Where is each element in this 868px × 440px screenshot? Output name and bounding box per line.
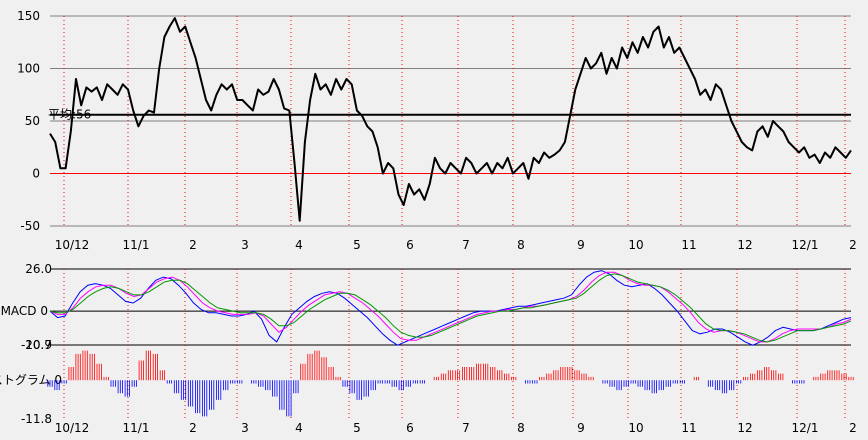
x-tick-label-13: 12/1 xyxy=(792,238,819,252)
price-y-tick-2: 50 xyxy=(25,114,40,128)
x-tick-label-9: 9 xyxy=(577,238,585,252)
histogram-x-tick-label-13: 12/1 xyxy=(792,421,819,435)
histogram-x-tick-label-5: 5 xyxy=(353,421,361,435)
histogram-x-tick-label-8: 8 xyxy=(517,421,525,435)
histogram-x-tick-label-0: 10/12 xyxy=(55,421,90,435)
histogram-x-tick-label-11: 11 xyxy=(681,421,696,435)
histogram-x-tick-label-12: 12 xyxy=(737,421,752,435)
histogram-x-tick-label-6: 6 xyxy=(406,421,414,435)
stock-chart: 150 100 50 0 -50 平均:56 10/12 11/1 2 3 4 5 6 7 8 9 10 11 12… xyxy=(0,9,857,435)
x-tick-label-6: 6 xyxy=(406,238,414,252)
x-tick-label-10: 10 xyxy=(628,238,643,252)
macd-series-line-2 xyxy=(49,273,852,343)
histogram-x-tick-label-7: 7 xyxy=(462,421,470,435)
histogram-x-tick-label-3: 3 xyxy=(241,421,249,435)
x-tick-label-7: 7 xyxy=(462,238,470,252)
price-y-tick-3: 0 xyxy=(32,167,40,181)
histogram-x-tick-label-9: 9 xyxy=(577,421,585,435)
x-tick-label-0: 10/12 xyxy=(55,238,90,252)
price-y-tick-4: -50 xyxy=(20,219,40,233)
average-label: 平均:56 xyxy=(48,108,91,122)
histogram-x-tick-label-1: 11/1 xyxy=(123,421,150,435)
histogram-y-tick-1: ヒストグラム 0 xyxy=(0,373,62,387)
x-tick-label-5: 5 xyxy=(353,238,361,252)
histogram-x-tick-label-2: 2 xyxy=(189,421,197,435)
price-series-line xyxy=(49,17,852,222)
x-tick-label-1: 11/1 xyxy=(123,238,150,252)
x-tick-label-2: 2 xyxy=(189,238,197,252)
histogram-x-tick-label-10: 10 xyxy=(628,421,643,435)
histogram-y-tick-2: -11.8 xyxy=(21,412,52,426)
macd-series-line-0 xyxy=(49,270,852,346)
x-tick-label-3: 3 xyxy=(241,238,249,252)
x-tick-label-11: 11 xyxy=(681,238,696,252)
x-tick-label-12: 12 xyxy=(737,238,752,252)
histogram-x-tick-label-14: 2 xyxy=(849,421,857,435)
x-tick-label-14: 2 xyxy=(849,238,857,252)
x-tick-label-4: 4 xyxy=(295,238,303,252)
price-y-tick-1: 100 xyxy=(17,62,40,76)
x-tick-label-8: 8 xyxy=(517,238,525,252)
macd-y-tick-1: MACD 0 xyxy=(1,304,48,318)
macd-y-tick-0: 26.0 xyxy=(25,262,52,276)
histogram-y-tick-0: 10.7 xyxy=(25,338,52,352)
histogram-x-tick-label-4: 4 xyxy=(295,421,303,435)
price-y-tick-0: 150 xyxy=(17,9,40,23)
